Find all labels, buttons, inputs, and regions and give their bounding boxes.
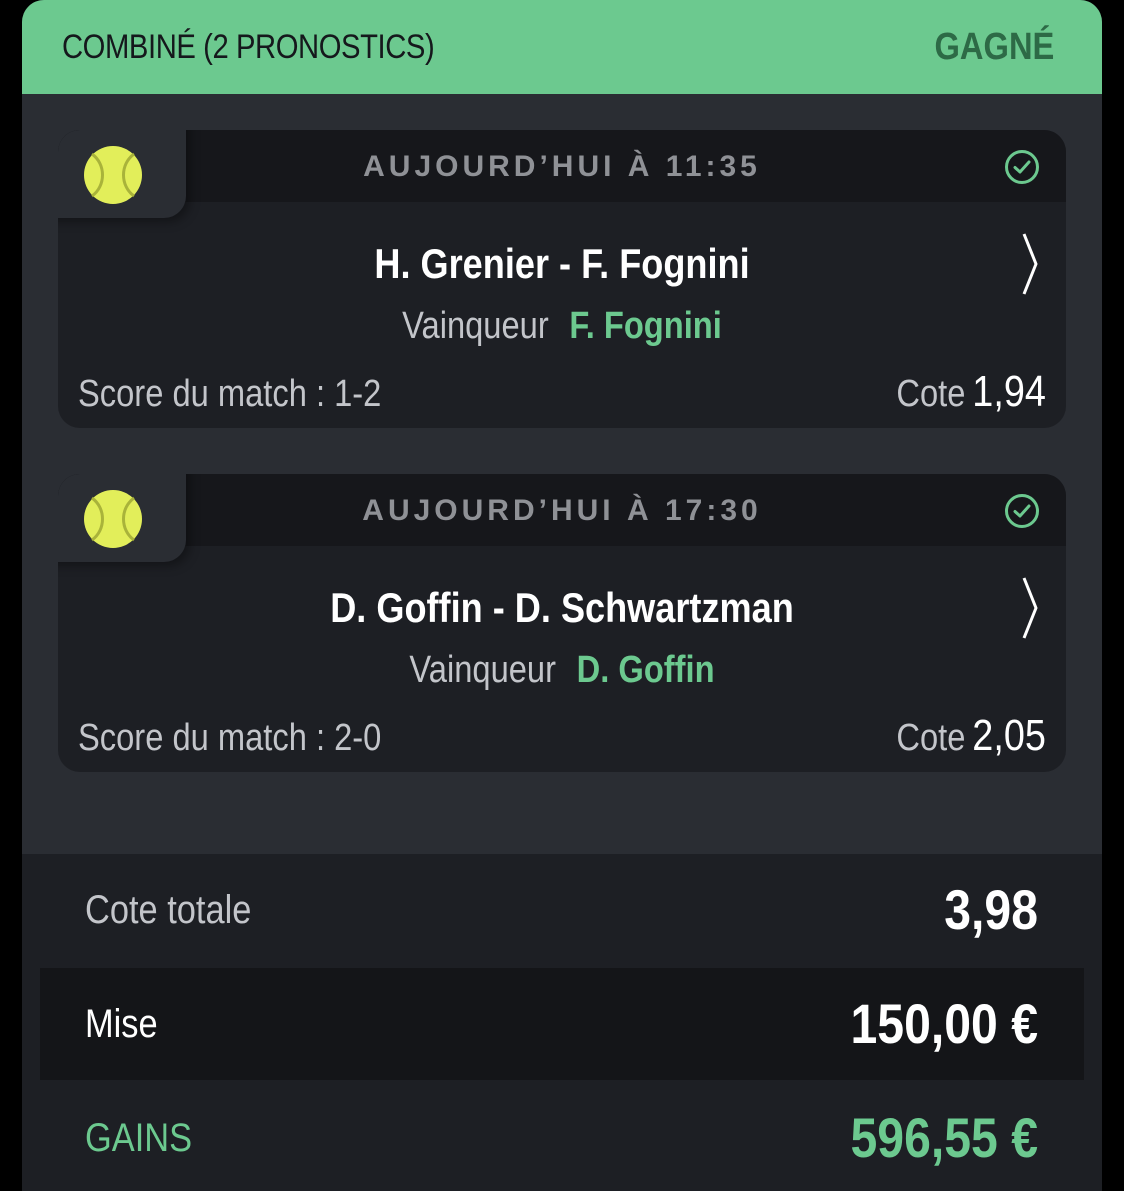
total-odds-value: 3,98 [944,878,1038,941]
total-odds-label: Cote totale [85,888,252,932]
bet-card[interactable]: AUJOURD’HUI À 11:35 H. Grenier - F. Fogn… [58,130,1066,428]
ticket-title: COMBINÉ (2 PRONOSTICS) [62,27,435,66]
match-title: H. Grenier - F. Fognini [374,240,750,287]
chevron-right-icon[interactable] [1020,574,1040,642]
pick-market: Vainqueur [402,305,549,347]
bet-summary: Cote totale 3,98 Mise 150,00 € GAINS 596… [22,854,1102,1191]
sport-tab [58,130,186,218]
stake-row: Mise 150,00 € [40,968,1084,1080]
pick-selection: F. Fognini [569,305,722,347]
bet-odds: Cote 2,05 [896,712,1046,762]
total-odds-row: Cote totale 3,98 [40,854,1084,966]
chevron-right-icon[interactable] [1020,230,1040,298]
match-title: D. Goffin - D. Schwartzman [330,584,794,631]
pick-selection: D. Goffin [576,649,715,691]
sport-tab [58,474,186,562]
odds-label: Cote [896,717,966,759]
ticket-status: GAGNÉ [934,25,1054,68]
match-score: Score du match : 1-2 [78,373,382,415]
match-score: Score du match : 2-0 [78,717,382,759]
winnings-row: GAINS 596,55 € [40,1082,1084,1191]
bet-ticket: COMBINÉ (2 PRONOSTICS) GAGNÉ AUJOURD’HUI… [22,0,1102,1191]
pick-line: Vainqueur D. Goffin [129,646,996,694]
odds-value: 2,05 [972,711,1046,760]
tennis-ball-icon [84,146,142,204]
odds-value: 1,94 [972,367,1046,416]
odds-label: Cote [896,373,966,415]
stake-value: 150,00 € [850,992,1038,1055]
tennis-ball-icon [84,490,142,548]
check-circle-icon [1005,150,1039,184]
ticket-header: COMBINÉ (2 PRONOSTICS) GAGNÉ [22,0,1102,94]
bet-odds: Cote 1,94 [896,368,1046,418]
pick-market: Vainqueur [409,649,556,691]
winnings-value: 596,55 € [850,1106,1038,1169]
bet-time: AUJOURD’HUI À 17:30 [362,494,762,527]
stake-label: Mise [85,1002,158,1046]
check-circle-icon [1005,494,1039,528]
winnings-label: GAINS [85,1116,193,1160]
bet-card[interactable]: AUJOURD’HUI À 17:30 D. Goffin - D. Schwa… [58,474,1066,772]
pick-line: Vainqueur F. Fognini [129,302,996,350]
bet-time: AUJOURD’HUI À 11:35 [363,150,761,183]
